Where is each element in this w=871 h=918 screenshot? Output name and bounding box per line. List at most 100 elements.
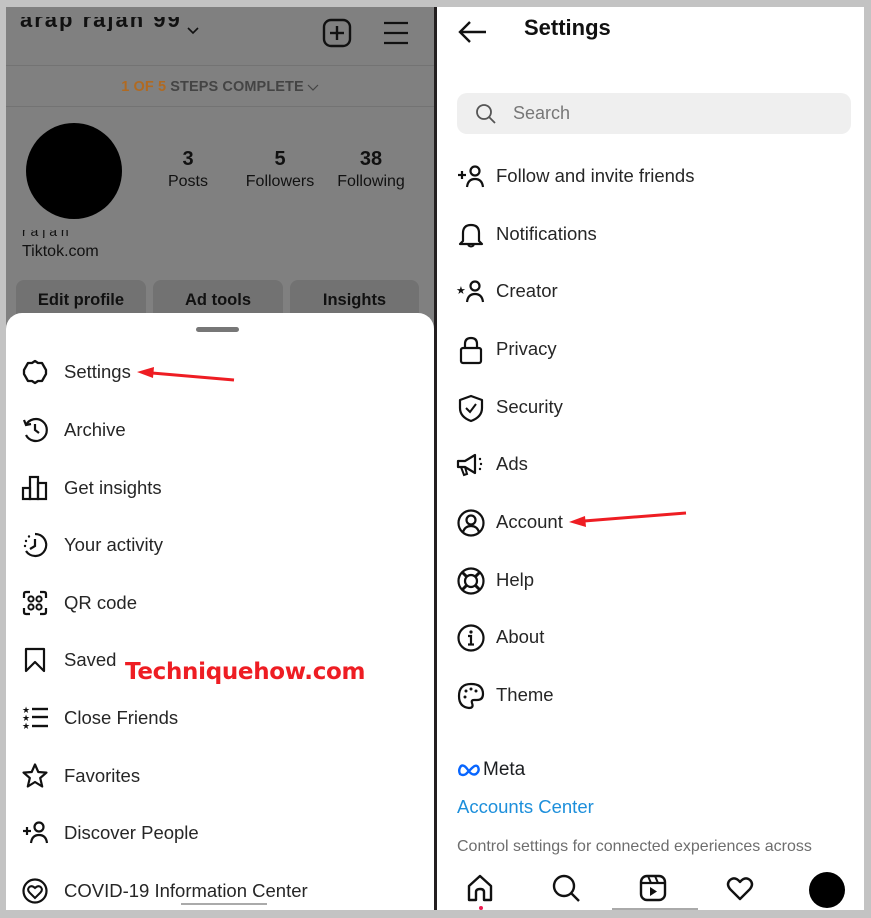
menu-item-label: COVID-19 Information Center (64, 880, 308, 901)
nav-home[interactable] (465, 873, 497, 905)
menu-item-label: Saved (64, 649, 117, 670)
watermark: Techniquehow.com (125, 659, 366, 685)
stat-label: Posts (167, 173, 208, 190)
bio-link[interactable]: Tiktok.com (22, 243, 99, 261)
search-icon (552, 874, 580, 902)
stat-followers[interactable]: 5 Followers (237, 147, 323, 193)
page-title: Settings (524, 15, 611, 40)
archive-clock-icon (20, 415, 50, 445)
bell-icon (456, 220, 486, 250)
back-arrow-icon[interactable] (456, 17, 488, 47)
accounts-center-link[interactable]: Accounts Center (457, 796, 594, 818)
menu-item-favorites[interactable]: Favorites (6, 756, 434, 796)
hamburger-menu-icon[interactable] (382, 20, 410, 46)
steps-label: STEPS COMPLETE (166, 79, 304, 95)
meta-logo: Meta (457, 759, 525, 781)
lifebuoy-icon (456, 566, 486, 596)
setup-progress-banner[interactable]: 1 OF 5 STEPS COMPLETE (6, 65, 434, 107)
profile-menu-sheet: Settings Archive Get insights Your activ… (6, 313, 434, 910)
star-person-icon: ★ (456, 277, 486, 307)
bio-name: r a j a n (22, 230, 69, 238)
settings-item-notifications[interactable]: Notifications (438, 215, 864, 255)
settings-item-follow-invite[interactable]: Follow and invite friends (438, 157, 864, 197)
settings-item-creator[interactable]: ★ Creator (438, 272, 864, 312)
menu-item-label: Settings (64, 361, 131, 382)
nav-search[interactable] (551, 873, 583, 905)
meta-infinity-icon (458, 764, 480, 777)
notification-dot (479, 906, 483, 910)
bookmark-icon (20, 645, 50, 675)
menu-item-archive[interactable]: Archive (6, 410, 434, 450)
menu-item-close-friends[interactable]: ★ ★ ★ Close Friends (6, 698, 434, 738)
star-list-icon: ★ ★ ★ (20, 703, 50, 733)
nav-reels[interactable] (638, 873, 670, 905)
chevron-down-icon[interactable] (186, 25, 200, 37)
steps-count: 1 OF 5 (121, 79, 167, 95)
reels-icon (639, 874, 667, 902)
settings-item-about[interactable]: About (438, 618, 864, 658)
chevron-down-icon (307, 84, 319, 92)
menu-item-label: Archive (64, 419, 126, 440)
menu-item-get-insights[interactable]: Get insights (6, 468, 434, 508)
menu-item-label: Your activity (64, 534, 164, 555)
annotation-arrow-account (569, 511, 687, 527)
profile-panel: arap rajan 99 1 OF 5 STEPS COMPLETE 3 Po… (6, 7, 434, 910)
accounts-center-description: Control settings for connected experienc… (457, 838, 812, 855)
star-icon (20, 761, 50, 791)
settings-item-theme[interactable]: Theme (438, 676, 864, 716)
search-icon (476, 104, 496, 124)
drag-handle[interactable] (196, 327, 239, 332)
screenshot-frame: arap rajan 99 1 OF 5 STEPS COMPLETE 3 Po… (0, 0, 871, 918)
svg-text:★: ★ (456, 284, 466, 297)
settings-gear-icon (20, 357, 50, 387)
settings-item-security[interactable]: Security (438, 388, 864, 428)
menu-item-label: Favorites (64, 765, 141, 786)
settings-item-privacy[interactable]: Privacy (438, 330, 864, 370)
stat-value: 38 (359, 148, 383, 170)
megaphone-icon (456, 450, 486, 480)
heart-circle-icon (20, 876, 50, 906)
settings-item-label: About (496, 626, 545, 647)
profile-avatar[interactable] (26, 123, 122, 219)
svg-text:★: ★ (22, 722, 30, 732)
lock-icon (456, 335, 486, 365)
settings-item-label: Help (496, 569, 535, 590)
settings-item-ads[interactable]: Ads (438, 445, 864, 485)
bar-chart-icon (20, 473, 50, 503)
settings-item-label: Account (496, 511, 563, 532)
palette-icon (456, 681, 486, 711)
menu-item-your-activity[interactable]: Your activity (6, 525, 434, 565)
menu-item-label: Close Friends (64, 707, 179, 728)
settings-item-label: Security (496, 396, 563, 417)
stat-posts[interactable]: 3 Posts (148, 147, 228, 193)
profile-header: arap rajan 99 (6, 7, 434, 65)
heart-icon (726, 877, 754, 901)
nav-activity[interactable] (725, 873, 757, 905)
add-person-icon (456, 162, 486, 192)
search-bar[interactable] (457, 93, 851, 134)
settings-item-label: Creator (496, 280, 558, 301)
home-icon (467, 874, 493, 902)
stat-value: 3 (182, 148, 194, 170)
stat-value: 5 (274, 148, 286, 170)
menu-item-label: Discover People (64, 822, 199, 843)
menu-item-qr-code[interactable]: QR code (6, 583, 434, 623)
search-input[interactable] (513, 93, 833, 134)
username[interactable]: arap rajan 99 (20, 17, 182, 31)
settings-item-help[interactable]: Help (438, 561, 864, 601)
create-post-icon[interactable] (322, 18, 352, 48)
settings-item-label: Theme (496, 684, 554, 705)
bottom-navigation (438, 869, 864, 910)
nav-profile-avatar[interactable] (809, 872, 845, 908)
settings-item-label: Ads (496, 453, 528, 474)
stat-following[interactable]: 38 Following (326, 147, 416, 193)
annotation-arrow-settings (137, 367, 235, 382)
settings-item-label: Privacy (496, 338, 557, 359)
settings-panel: Settings Follow and invite friends Notif… (438, 7, 864, 910)
gesture-bar (181, 903, 267, 905)
stat-label: Followers (245, 173, 315, 190)
gesture-bar (612, 908, 698, 910)
menu-item-discover-people[interactable]: Discover People (6, 813, 434, 853)
qr-code-icon (20, 588, 50, 618)
menu-item-label: QR code (64, 592, 138, 613)
